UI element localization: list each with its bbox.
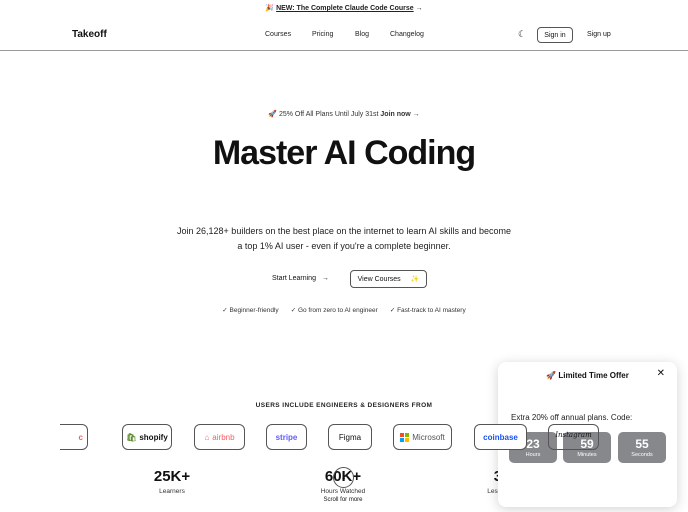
stat-label: Learners	[159, 488, 185, 495]
stat-value: 25K+	[153, 468, 191, 485]
scroll-down-button[interactable]: ⌄	[333, 467, 354, 488]
logo-stripe: stripe	[266, 424, 307, 450]
nav-courses[interactable]: Courses	[265, 31, 291, 38]
nav-changelog[interactable]: Changelog	[390, 31, 424, 38]
close-icon[interactable]: ✕	[657, 368, 665, 379]
rocket-icon: 🚀	[546, 371, 557, 380]
stat-label: Hours Watched	[320, 488, 366, 495]
banner-link[interactable]: NEW: The Complete Claude Code Course	[276, 5, 414, 12]
logo-shopify: 🛍 shopify	[122, 424, 172, 450]
nav-pricing[interactable]: Pricing	[312, 31, 333, 38]
feature-item: ✓ Fast-track to AI mastery	[389, 307, 466, 314]
join-now-link[interactable]: Join now →	[380, 111, 419, 118]
sign-up-button[interactable]: Sign up	[587, 31, 611, 38]
logo-partial: c	[60, 424, 88, 450]
sparkle-icon: ✨	[410, 276, 420, 283]
hero-description: Join 26,128+ builders on the best place …	[177, 226, 511, 251]
logo-figma: Figma	[328, 424, 372, 450]
sign-in-button[interactable]: Sign in	[537, 27, 573, 43]
chevron-down-icon: ⌄	[340, 474, 347, 482]
party-icon: 🎉	[265, 5, 275, 12]
arrow-right-icon: →	[415, 5, 423, 12]
arrow-right-icon: →	[321, 275, 329, 282]
promo-text: 25% Off All Plans Until July 31st	[278, 111, 379, 118]
feature-item: ✓ Beginner-friendly	[222, 307, 279, 314]
logo-airbnb: ⌂ airbnb	[194, 424, 245, 450]
logo-coinbase: coinbase	[474, 424, 527, 450]
announcement-banner[interactable]: 🎉 NEW: The Complete Claude Code Course →	[0, 4, 688, 12]
feature-item: ✓ Go from zero to AI engineer	[290, 307, 378, 314]
moon-icon[interactable]: ☾	[518, 29, 526, 40]
start-learning-button[interactable]: Start Learning →	[272, 275, 329, 282]
page-title: Master AI Coding	[212, 134, 476, 172]
logo-instagram: Instagram	[548, 424, 599, 450]
feature-list: ✓ Beginner-friendly ✓ Go from zero to AI…	[0, 306, 688, 314]
logo-microsoft: Microsoft	[393, 424, 452, 450]
rocket-icon: 🚀	[268, 111, 278, 118]
offer-text: Extra 20% off annual plans. Code:	[511, 413, 633, 422]
countdown-seconds: 55 Seconds	[618, 432, 666, 463]
nav-blog[interactable]: Blog	[355, 31, 369, 38]
scroll-hint: Scroll for more	[323, 497, 363, 503]
view-courses-button[interactable]: View Courses ✨	[350, 270, 427, 288]
popup-title: 🚀 Limited Time Offer	[546, 371, 629, 380]
promo-banner[interactable]: 🚀 25% Off All Plans Until July 31st Join…	[0, 110, 688, 118]
site-logo[interactable]: Takeoff	[72, 29, 107, 40]
nav-divider	[0, 50, 688, 51]
